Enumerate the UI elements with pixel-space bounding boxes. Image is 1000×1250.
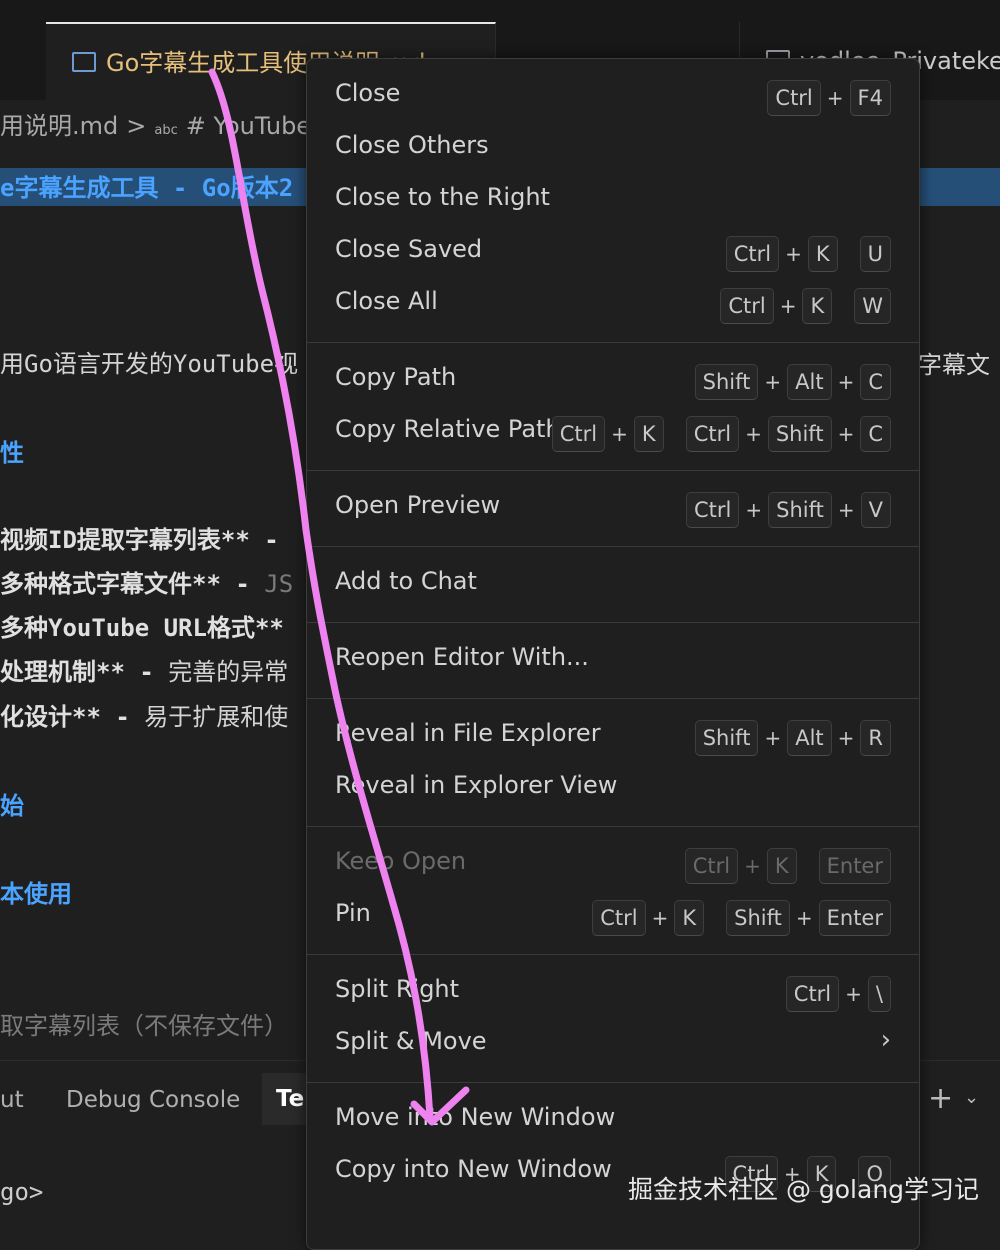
annotation-arrow (208, 68, 470, 1126)
arrow-line (208, 68, 434, 1122)
arrow-head (410, 1086, 470, 1126)
